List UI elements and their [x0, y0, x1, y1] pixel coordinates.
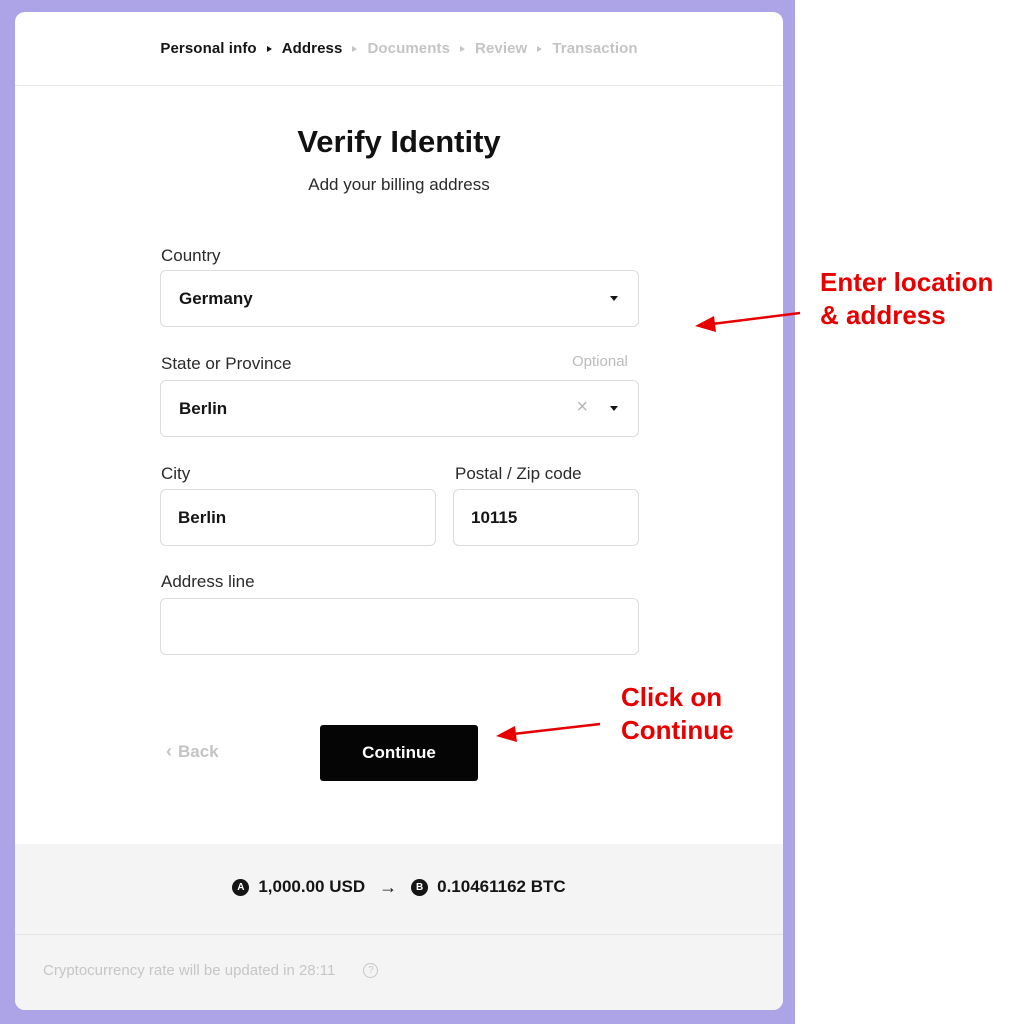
arrow-to-continue-icon — [496, 722, 601, 742]
arrow-to-form-icon — [695, 311, 801, 332]
annotation-arrows — [496, 311, 801, 742]
